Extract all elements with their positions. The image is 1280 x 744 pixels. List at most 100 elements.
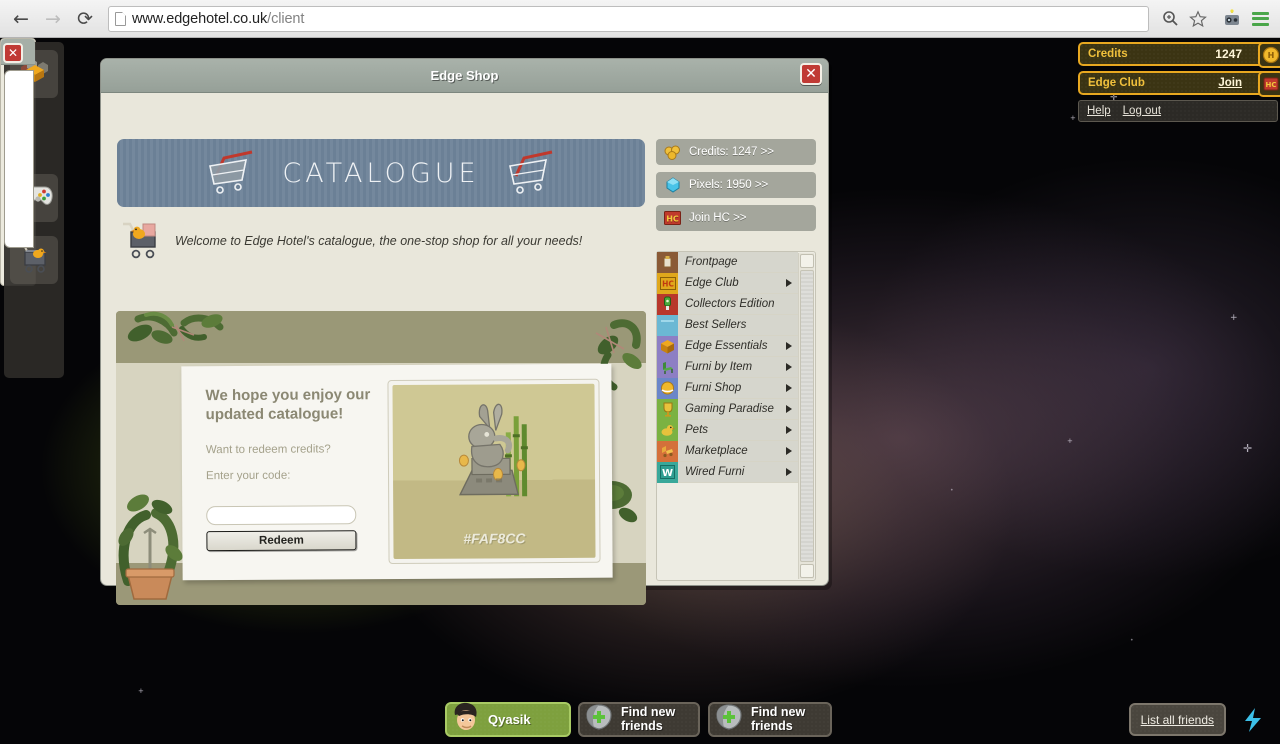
redeem-prompt: Enter your code: xyxy=(205,470,291,483)
redeem-paper-card: We hope you enjoy our updated catalogue!… xyxy=(181,363,613,581)
trophy-icon xyxy=(657,398,678,420)
wired-w-icon: W xyxy=(657,461,678,483)
edge-club-pill[interactable]: Edge Club Join HC xyxy=(1078,71,1280,97)
shopping-cart-icon-2 xyxy=(502,146,560,201)
hamburger-menu-icon[interactable] xyxy=(1249,11,1272,26)
list-all-friends-button[interactable]: List all friends xyxy=(1128,703,1226,736)
browser-toolbar: ← → ⟳ www.edgehotel.co.uk/client xyxy=(0,0,1280,38)
credits-label: Credits xyxy=(1088,48,1128,60)
page-document-icon xyxy=(115,11,126,26)
robot-extension-icon[interactable] xyxy=(1221,8,1243,30)
avatar-button[interactable]: Qyasik xyxy=(445,702,571,737)
find-friends-button-1[interactable]: Find new friends xyxy=(578,702,700,737)
redeem-form: We hope you enjoy our updated catalogue!… xyxy=(205,385,384,580)
edge-shop-titlebar[interactable]: Edge Shop ✕ xyxy=(101,59,828,93)
edge-club-join-link[interactable]: Join xyxy=(1218,77,1242,89)
edge-club-label: Edge Club xyxy=(1088,77,1145,89)
svg-text:HC: HC xyxy=(662,279,674,288)
back-button[interactable]: ← xyxy=(8,6,34,32)
catalogue-nav-item-best-sellers[interactable]: Best Sellers xyxy=(657,314,798,336)
scrollbar-thumb[interactable] xyxy=(800,270,814,562)
svg-text:W: W xyxy=(662,468,673,479)
game-client: ✛ ✛ + + + + + + • • xyxy=(0,38,1280,744)
find-friends-label-1: Find new friends xyxy=(621,705,676,733)
catalogue-nav-item-gaming-paradise[interactable]: Gaming Paradise xyxy=(657,398,798,420)
trophy-pin-icon xyxy=(657,293,678,315)
add-friend-icon xyxy=(584,703,614,736)
edge-shop-window: Edge Shop ✕ CATALOGUE Welcome to Edge Ho… xyxy=(100,58,829,605)
svg-text:HC: HC xyxy=(1266,81,1277,89)
redeem-button[interactable]: Redeem xyxy=(206,530,357,552)
shop-side-buttons: Credits: 1247 >> Pixels: 1950 >> HC Join… xyxy=(656,139,816,238)
redeem-question: Want to redeem credits? xyxy=(205,443,331,457)
redeem-code-input[interactable] xyxy=(206,505,357,526)
svg-text:H: H xyxy=(1268,51,1275,60)
catalogue-nav-item-label: Pets xyxy=(685,424,709,436)
hud-panel: Credits 1247 H Edge Club Join HC Help Lo… xyxy=(1078,42,1280,122)
catalogue-nav-item-pets[interactable]: Pets xyxy=(657,419,798,441)
avatar-head-icon xyxy=(451,702,481,738)
catalogue-nav-item-label: Wired Furni xyxy=(685,466,745,478)
credits-button-label: Credits: 1247 >> xyxy=(689,146,775,158)
hc-badge-icon: HC xyxy=(657,272,678,294)
hc-badge-icon: HC xyxy=(664,210,681,227)
catalogue-nav-item-furni-by-item[interactable]: Furni by Item xyxy=(657,356,798,378)
catalogue-banner: CATALOGUE xyxy=(117,139,645,207)
address-bar[interactable]: www.edgehotel.co.uk/client xyxy=(108,5,1149,32)
catalogue-nav-item-label: Frontpage xyxy=(685,256,738,268)
scroll-down-icon[interactable] xyxy=(800,564,814,578)
catalogue-nav-item-edge-essentials[interactable]: Edge Essentials xyxy=(657,335,798,357)
pixels-button-label: Pixels: 1950 >> xyxy=(689,179,769,191)
catalogue-nav-item-label: Collectors Edition xyxy=(685,298,775,310)
lightning-bolt-icon[interactable] xyxy=(1240,707,1266,738)
catalogue-nav-scrollbar[interactable] xyxy=(798,253,814,579)
star-icon[interactable] xyxy=(1187,8,1209,30)
find-friends-label-2: Find new friends xyxy=(751,705,806,733)
forward-button[interactable]: → xyxy=(40,6,66,32)
chevron-right-icon xyxy=(786,426,792,434)
chevron-right-icon xyxy=(786,468,792,476)
featured-item-preview[interactable]: #FAF8CC xyxy=(387,378,601,565)
duck-icon xyxy=(657,419,678,441)
edge-shop-body: CATALOGUE Welcome to Edge Hotel's catalo… xyxy=(101,93,828,605)
catalogue-nav-item-frontpage[interactable]: Frontpage xyxy=(657,252,798,273)
frontpage-icon xyxy=(657,252,678,273)
stone-rabbit-throne-icon xyxy=(458,403,528,497)
chevron-right-icon xyxy=(786,405,792,413)
catalogue-feature-panel: We hope you enjoy our updated catalogue!… xyxy=(116,311,646,605)
credits-pill[interactable]: Credits 1247 H xyxy=(1078,42,1280,68)
credits-coins-icon xyxy=(664,144,681,161)
reload-button[interactable]: ⟳ xyxy=(72,6,98,32)
scroll-up-icon[interactable] xyxy=(800,254,814,268)
avatar-name: Qyasik xyxy=(488,712,531,727)
bottom-bar: Qyasik Find new friends Find new friends… xyxy=(0,695,1280,744)
catalogue-nav-item-wired-furni[interactable]: W Wired Furni xyxy=(657,461,798,483)
credits-value: 1247 xyxy=(1215,47,1242,61)
marketplace-icon xyxy=(657,440,678,462)
join-hc-button-label: Join HC >> xyxy=(689,212,747,224)
logout-link[interactable]: Log out xyxy=(1123,105,1161,117)
close-icon[interactable]: ✕ xyxy=(800,63,822,85)
credits-coins-icon: H xyxy=(1258,42,1280,68)
help-link[interactable]: Help xyxy=(1087,105,1111,117)
catalogue-nav-item-furni-shop[interactable]: Furni Shop xyxy=(657,377,798,399)
shopping-cart-icon xyxy=(202,146,260,201)
catalogue-nav-item-collectors-edition[interactable]: Collectors Edition xyxy=(657,293,798,315)
catalogue-nav-item-marketplace[interactable]: Marketplace xyxy=(657,440,798,462)
redeem-headline: We hope you enjoy our updated catalogue! xyxy=(205,386,371,424)
catalogue-nav-item-label: Edge Essentials xyxy=(685,340,768,352)
credits-button[interactable]: Credits: 1247 >> xyxy=(656,139,816,165)
best-sellers-icon xyxy=(657,314,678,336)
pixel-diamond-icon xyxy=(664,177,681,194)
catalogue-nav-item-edge-club[interactable]: HC Edge Club xyxy=(657,272,798,294)
chevron-right-icon xyxy=(786,447,792,455)
shopping-cart-duck-icon xyxy=(117,216,163,267)
catalogue-nav-panel: Frontpage HC Edge Club Collectors Edition Be… xyxy=(656,251,816,581)
catalogue-nav-list: Frontpage HC Edge Club Collectors Edition Be… xyxy=(657,252,798,580)
find-friends-button-2[interactable]: Find new friends xyxy=(708,702,832,737)
zoom-icon[interactable] xyxy=(1159,8,1181,30)
join-hc-button[interactable]: HC Join HC >> xyxy=(656,205,816,231)
pixels-button[interactable]: Pixels: 1950 >> xyxy=(656,172,816,198)
url-text: www.edgehotel.co.uk/client xyxy=(132,10,305,27)
background-window-close-icon-2[interactable]: ✕ xyxy=(3,43,23,63)
